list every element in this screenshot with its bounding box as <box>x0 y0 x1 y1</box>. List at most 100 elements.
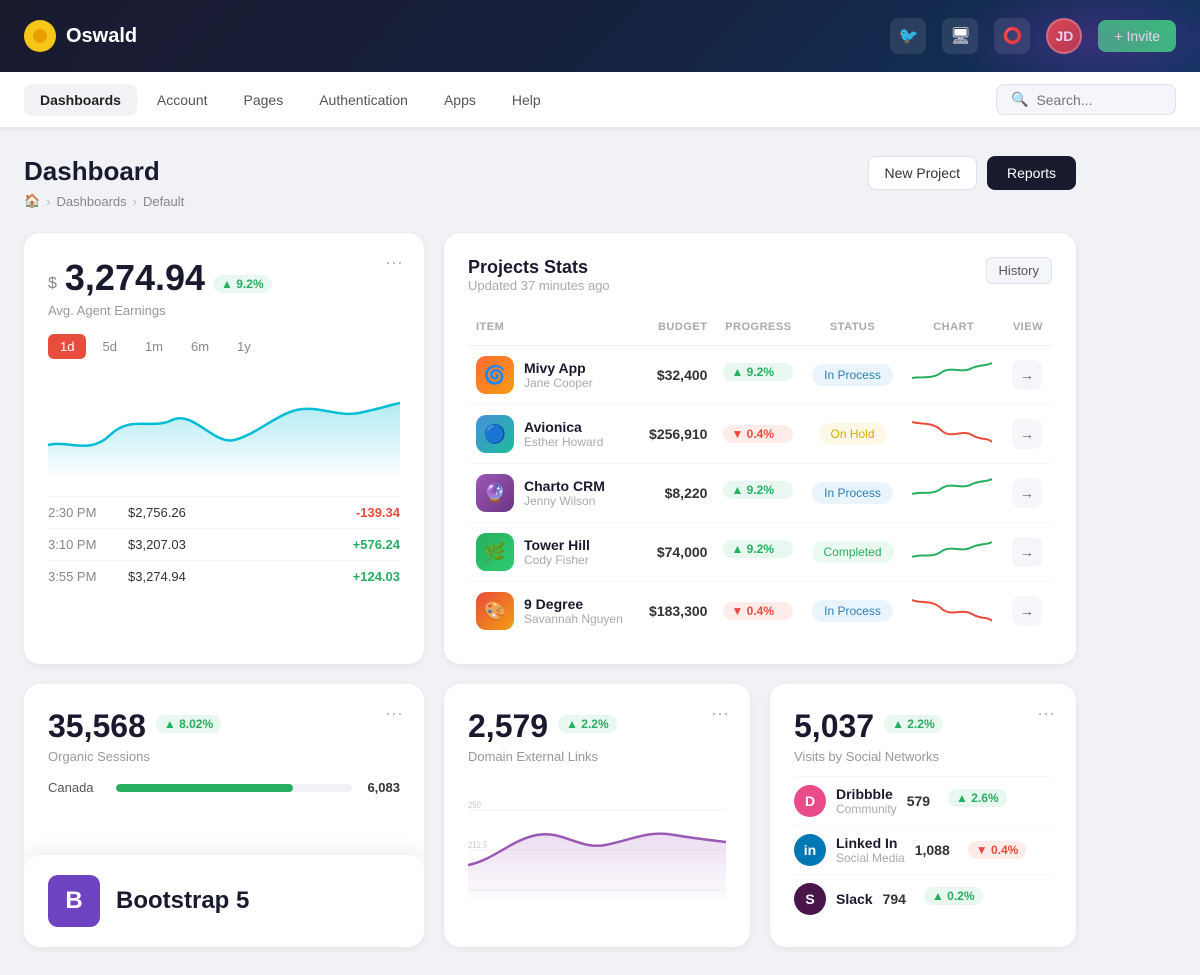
dribbble-change: ▲ 2.6% <box>948 789 1007 807</box>
item-icon: 🌀 <box>476 356 514 394</box>
status-badge: In Process <box>812 482 893 504</box>
projects-card: Projects Stats Updated 37 minutes ago Hi… <box>444 233 1076 664</box>
bootstrap-text: Bootstrap 5 <box>116 887 249 915</box>
col-item: ITEM <box>468 313 638 346</box>
geo-item: Canada 6,083 <box>48 780 400 795</box>
view-button[interactable]: → <box>1012 537 1042 567</box>
progress-badge: ▼ 0.4% <box>723 425 793 443</box>
view-button[interactable]: → <box>1012 596 1042 626</box>
dribbble-icon: D <box>794 785 826 817</box>
nav-item-dashboards[interactable]: Dashboards <box>24 84 137 116</box>
item-cell: 🌀 Mivy App Jane Cooper <box>476 356 630 394</box>
earnings-subtitle: Avg. Agent Earnings <box>48 303 400 318</box>
domain-chart: 250 212.5 <box>468 780 726 905</box>
projects-updated: Updated 37 minutes ago <box>468 278 610 293</box>
earnings-badge: ▲ 9.2% <box>213 275 272 293</box>
linkedin-icon: in <box>794 834 826 866</box>
social-label: Visits by Social Networks <box>794 749 1052 764</box>
filter-1d[interactable]: 1d <box>48 334 86 359</box>
mini-chart <box>912 476 992 506</box>
breadcrumb-home-icon: 🏠 <box>24 193 40 209</box>
header-actions: 🐦 🖥 ⭕ JD + Invite <box>890 18 1176 54</box>
currency-symbol: $ <box>48 275 57 293</box>
domain-number: 2,579 <box>468 708 548 745</box>
domain-card: ⋯ 2,579 ▲ 2.2% Domain External Links <box>444 684 750 947</box>
nav-item-help[interactable]: Help <box>496 84 557 116</box>
slack-icon: S <box>794 883 826 915</box>
col-view: VIEW <box>1004 313 1052 346</box>
earnings-data-rows: 2:30 PM $2,756.26 -139.34 3:10 PM $3,207… <box>48 496 400 592</box>
item-icon: 🎨 <box>476 592 514 630</box>
bootstrap-overlay: B Bootstrap 5 <box>24 855 424 947</box>
breadcrumb: 🏠 › Dashboards › Default <box>24 193 184 209</box>
share-icon[interactable]: ⭕ <box>994 18 1030 54</box>
progress-badge: ▲ 9.2% <box>723 481 793 499</box>
table-row: 🔮 Charto CRM Jenny Wilson $8,220 ▲ 9.2% … <box>468 464 1052 523</box>
item-cell: 🌿 Tower Hill Cody Fisher <box>476 533 630 571</box>
new-project-button[interactable]: New Project <box>868 156 977 190</box>
search-icon: 🔍 <box>1011 91 1028 108</box>
breadcrumb-default: Default <box>143 194 184 209</box>
projects-title: Projects Stats <box>468 257 610 278</box>
reports-button[interactable]: Reports <box>987 156 1076 190</box>
table-row: 🌿 Tower Hill Cody Fisher $74,000 ▲ 9.2% … <box>468 523 1052 582</box>
item-cell: 🔮 Charto CRM Jenny Wilson <box>476 474 630 512</box>
screen-icon[interactable]: 🖥 <box>942 18 978 54</box>
table-row: 🌀 Mivy App Jane Cooper $32,400 ▲ 9.2% In… <box>468 346 1052 405</box>
page-title-section: Dashboard 🏠 › Dashboards › Default <box>24 156 184 209</box>
data-row-1: 2:30 PM $2,756.26 -139.34 <box>48 496 400 528</box>
progress-badge: ▲ 9.2% <box>723 363 793 381</box>
social-more-button[interactable]: ⋯ <box>1032 700 1060 728</box>
col-budget: BUDGET <box>638 313 716 346</box>
nav-item-apps[interactable]: Apps <box>428 84 492 116</box>
view-button[interactable]: → <box>1012 419 1042 449</box>
status-badge: In Process <box>812 600 893 622</box>
projects-card-header: Projects Stats Updated 37 minutes ago Hi… <box>468 257 1052 309</box>
search-bar: 🔍 <box>996 84 1176 115</box>
avatar[interactable]: JD <box>1046 18 1082 54</box>
earnings-amount: 3,274.94 <box>65 257 205 299</box>
top-cards-row: ⋯ $ 3,274.94 ▲ 9.2% Avg. Agent Earnings … <box>24 233 1076 664</box>
status-badge: On Hold <box>819 423 887 445</box>
geo-bars: Canada 6,083 <box>48 780 400 795</box>
item-cell: 🔵 Avionica Esther Howard <box>476 415 630 453</box>
item-icon: 🔮 <box>476 474 514 512</box>
organic-label: Organic Sessions <box>48 749 400 764</box>
search-input[interactable] <box>1036 92 1161 108</box>
col-progress: PROGRESS <box>715 313 801 346</box>
filter-6m[interactable]: 6m <box>179 334 221 359</box>
filter-1m[interactable]: 1m <box>133 334 175 359</box>
earnings-chart <box>48 375 400 480</box>
bottom-cards-row: ⋯ 35,568 ▲ 8.02% Organic Sessions Canada… <box>24 684 1076 947</box>
earnings-more-button[interactable]: ⋯ <box>380 249 408 277</box>
earnings-card: ⋯ $ 3,274.94 ▲ 9.2% Avg. Agent Earnings … <box>24 233 424 664</box>
view-button[interactable]: → <box>1012 360 1042 390</box>
breadcrumb-dashboards[interactable]: Dashboards <box>57 194 127 209</box>
item-icon: 🌿 <box>476 533 514 571</box>
bird-icon[interactable]: 🐦 <box>890 18 926 54</box>
status-badge: Completed <box>812 541 894 563</box>
projects-table: ITEM BUDGET PROGRESS STATUS CHART VIEW 🌀 <box>468 313 1052 640</box>
col-status: STATUS <box>801 313 903 346</box>
history-button[interactable]: History <box>986 257 1052 284</box>
filter-5d[interactable]: 5d <box>90 334 128 359</box>
status-badge: In Process <box>812 364 893 386</box>
mini-chart <box>912 535 992 565</box>
social-item-slack: S Slack 794 ▲ 0.2% <box>794 874 1052 923</box>
logo-icon <box>24 20 56 52</box>
nav-item-pages[interactable]: Pages <box>228 84 300 116</box>
time-filter: 1d 5d 1m 6m 1y <box>48 334 400 359</box>
invite-button[interactable]: + Invite <box>1098 20 1176 52</box>
nav-item-account[interactable]: Account <box>141 84 224 116</box>
page-title: Dashboard <box>24 156 184 187</box>
progress-badge: ▼ 0.4% <box>723 602 793 620</box>
progress-badge: ▲ 9.2% <box>723 540 793 558</box>
filter-1y[interactable]: 1y <box>225 334 263 359</box>
nav-item-authentication[interactable]: Authentication <box>303 84 424 116</box>
linkedin-change: ▼ 0.4% <box>968 841 1027 859</box>
page-header: Dashboard 🏠 › Dashboards › Default New P… <box>24 156 1076 209</box>
organic-more-button[interactable]: ⋯ <box>380 700 408 728</box>
social-item-linkedin: in Linked In Social Media 1,088 ▼ 0.4% <box>794 825 1052 874</box>
view-button[interactable]: → <box>1012 478 1042 508</box>
domain-more-button[interactable]: ⋯ <box>706 700 734 728</box>
